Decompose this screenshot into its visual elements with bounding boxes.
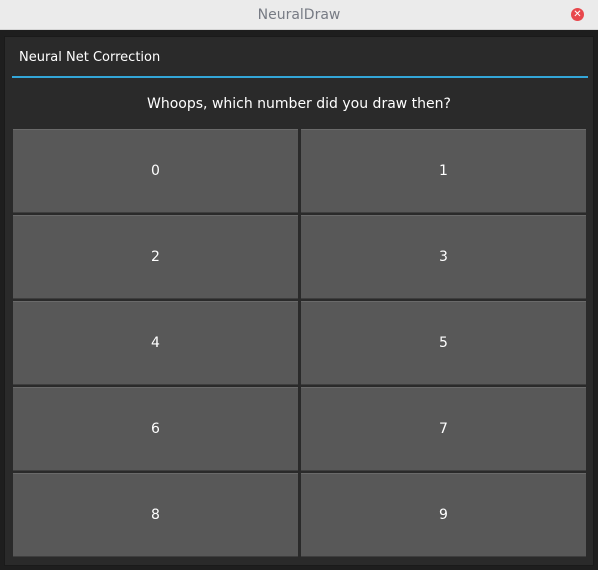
- digit-button-7[interactable]: 7: [301, 387, 586, 471]
- digit-button-4[interactable]: 4: [13, 301, 298, 385]
- window-content: Neural Net Correction Whoops, which numb…: [0, 30, 598, 570]
- digit-button-grid: 0 1 2 3 4 5 6 7 8 9: [13, 129, 587, 559]
- app-window: NeuralDraw ✕ Neural Net Correction Whoop…: [0, 0, 598, 570]
- digit-button-5[interactable]: 5: [301, 301, 586, 385]
- dialog-prompt: Whoops, which number did you draw then?: [147, 96, 451, 112]
- digit-button-0[interactable]: 0: [13, 129, 298, 213]
- digit-button-1[interactable]: 1: [301, 129, 586, 213]
- digit-button-9[interactable]: 9: [301, 473, 586, 557]
- correction-dialog: Neural Net Correction Whoops, which numb…: [4, 36, 594, 566]
- close-icon[interactable]: ✕: [571, 8, 584, 21]
- digit-button-3[interactable]: 3: [301, 215, 586, 299]
- dialog-title: Neural Net Correction: [19, 50, 161, 65]
- digit-button-8[interactable]: 8: [13, 473, 298, 557]
- digit-button-2[interactable]: 2: [13, 215, 298, 299]
- title-bar[interactable]: NeuralDraw ✕: [0, 0, 598, 30]
- window-title: NeuralDraw: [257, 7, 341, 23]
- dialog-header: Neural Net Correction: [12, 41, 588, 78]
- digit-button-6[interactable]: 6: [13, 387, 298, 471]
